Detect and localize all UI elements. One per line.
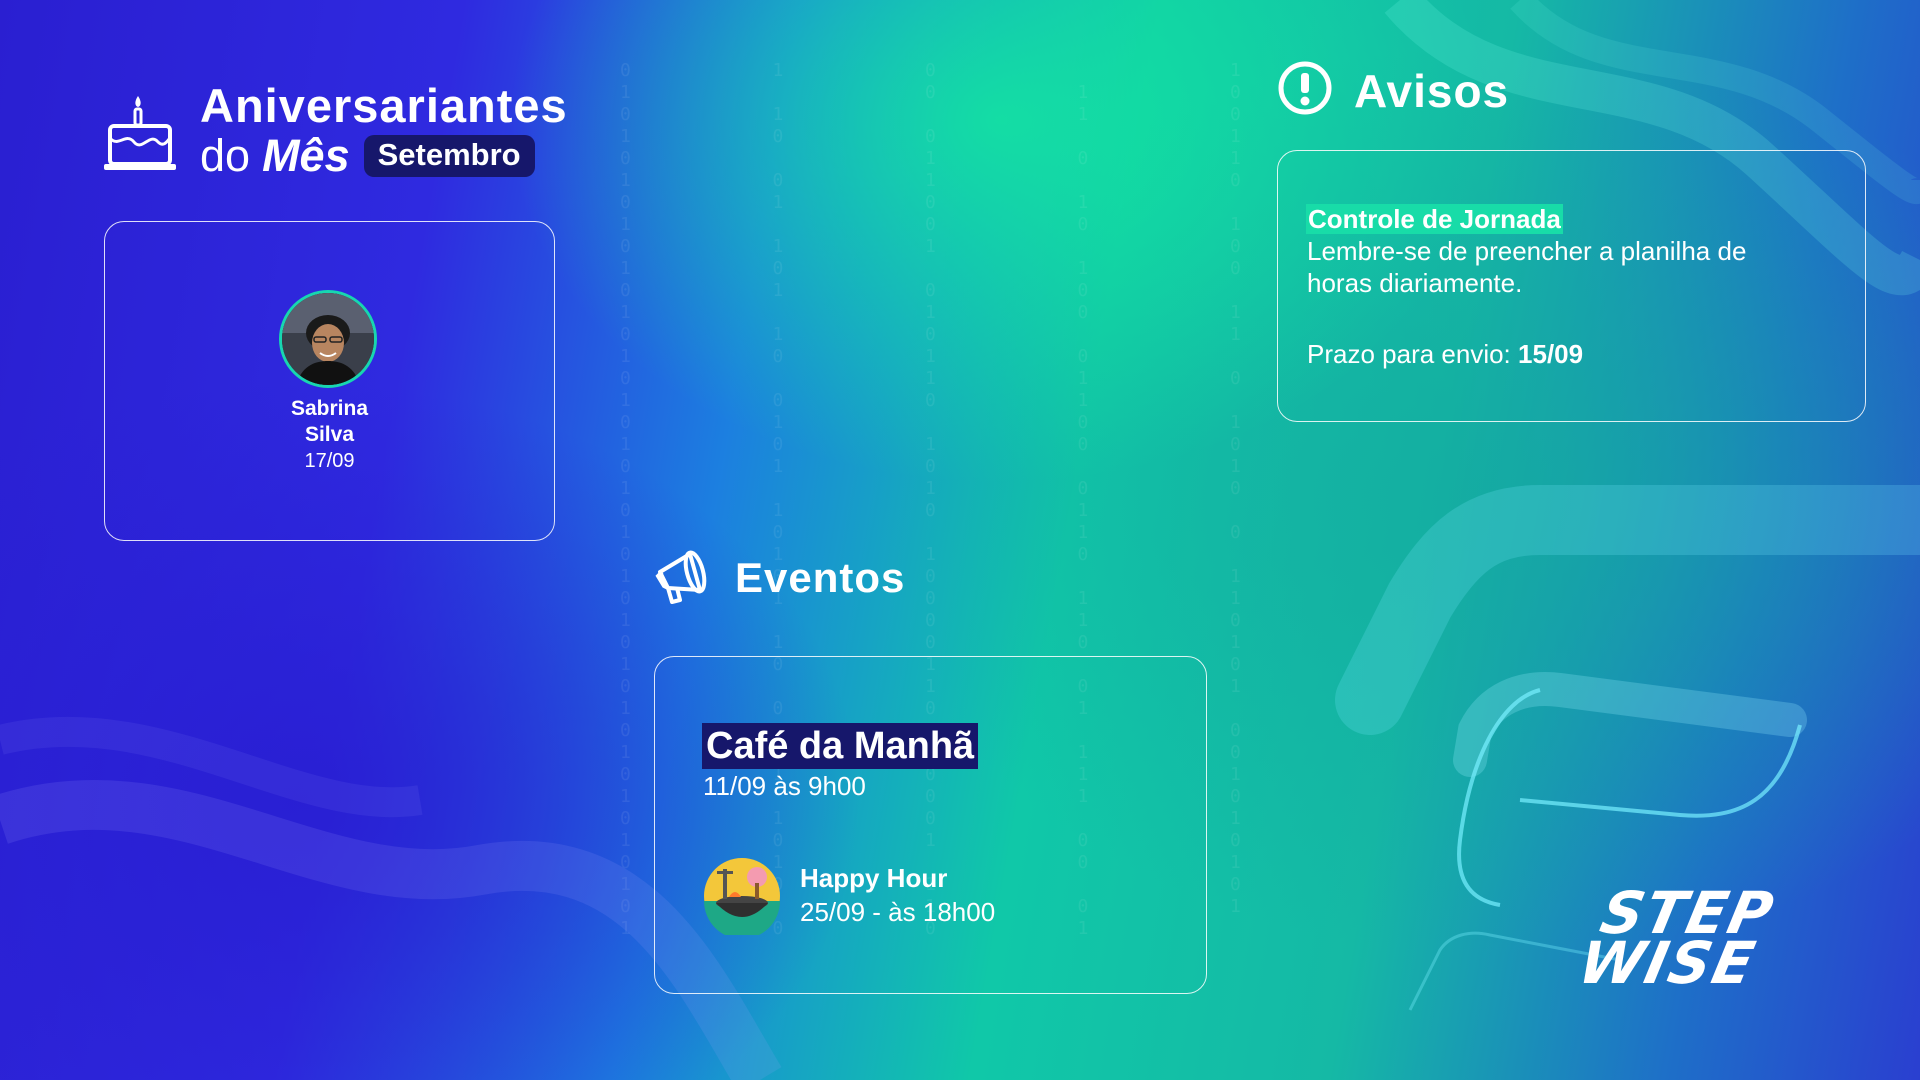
avatar-image	[282, 293, 374, 385]
avatar	[279, 290, 377, 388]
birthday-cake-icon	[104, 96, 176, 170]
birthdays-subtitle: do Mês Setembro	[200, 130, 535, 182]
notices-title: Avisos	[1354, 65, 1510, 117]
event-title: Café da Manhã	[702, 723, 979, 769]
birthdays-title: Aniversariantes	[200, 79, 568, 132]
notice-deadline: Prazo para envio: 15/09	[1307, 339, 1583, 370]
megaphone-icon	[655, 550, 707, 604]
event-title: Happy Hour	[800, 863, 948, 893]
events-title: Eventos	[735, 554, 906, 601]
events-header: Eventos	[654, 542, 954, 612]
person-birthday-date: 17/09	[304, 450, 355, 472]
title-do: do	[200, 130, 251, 181]
events-card: Café da Manhã 11/09 às 9h00 Happy Hour 2…	[654, 656, 1207, 994]
event-date: 25/09 - às 18h00	[800, 897, 996, 927]
birthdays-header: Aniversariantes do Mês Setembro	[102, 78, 582, 181]
notices-header: Avisos	[1277, 60, 1577, 120]
notice-card: Controle de Jornada Lembre-se de preench…	[1277, 150, 1866, 422]
event-date: 11/09 às 9h00	[703, 771, 866, 801]
alert-circle-icon	[1278, 61, 1332, 115]
deadline-label: Prazo para envio:	[1307, 339, 1511, 369]
title-mes: Mês	[262, 130, 350, 181]
stepwise-logo: STEP WISE	[1572, 879, 1781, 997]
notice-body: Lembre-se de preencher a planilha de hor…	[1307, 236, 1747, 298]
month-badge: Setembro	[363, 135, 535, 177]
logo-line2: WISE	[1572, 929, 1763, 997]
person-last-name: Silva	[304, 423, 355, 446]
deadline-value: 15/09	[1518, 339, 1584, 369]
birthday-card: Sabrina Silva 17/09	[104, 221, 555, 541]
notice-title: Controle de Jornada	[1306, 204, 1563, 234]
barbecue-icon	[704, 858, 780, 935]
person-name: Sabrina Silva	[105, 396, 554, 448]
person-first-name: Sabrina	[290, 397, 369, 420]
